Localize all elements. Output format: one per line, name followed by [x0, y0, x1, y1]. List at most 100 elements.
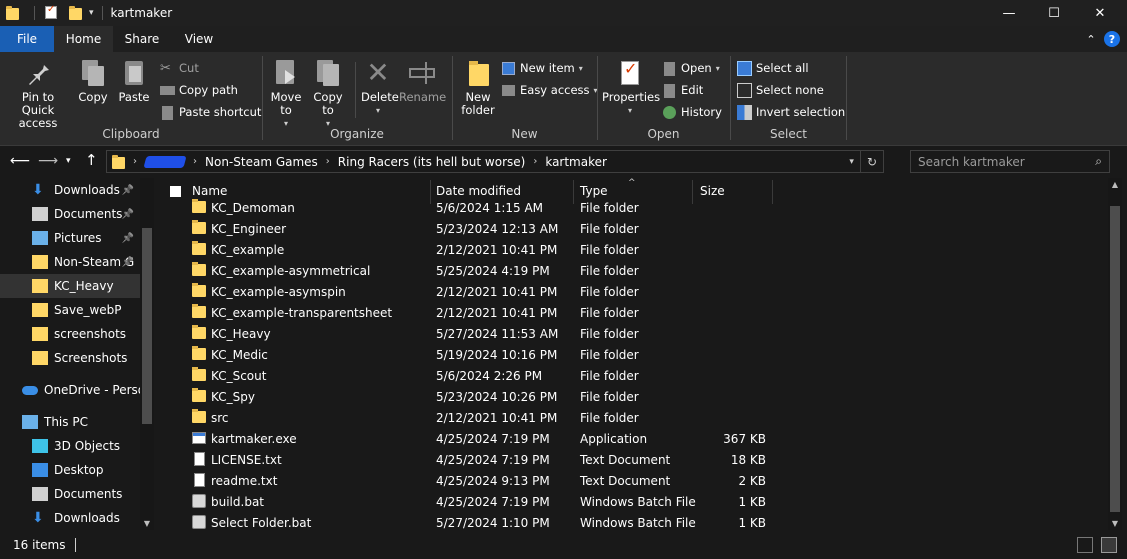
nav-item[interactable]: Pictures 📌: [0, 226, 140, 250]
file-row[interactable]: KC_Heavy 5/27/2024 11:53 AM File folder: [160, 324, 1108, 345]
chevron-right-icon[interactable]: ›: [326, 156, 330, 167]
collapse-ribbon-icon[interactable]: ⌃: [1083, 31, 1099, 47]
scrollbar-thumb[interactable]: [142, 228, 152, 424]
file-list-scrollbar[interactable]: ▲ ▼: [1108, 178, 1122, 530]
properties-button[interactable]: ✓ Properties ▾: [602, 58, 660, 117]
file-row[interactable]: KC_example-asymspin 2/12/2021 10:41 PM Fil…: [160, 282, 1108, 303]
file-type: File folder: [580, 327, 639, 341]
nav-item[interactable]: Screenshots: [0, 346, 140, 370]
nav-item[interactable]: screenshots: [0, 322, 140, 346]
details-view-icon[interactable]: [1077, 537, 1093, 553]
file-row[interactable]: KC_Medic 5/19/2024 10:16 PM File folder: [160, 345, 1108, 366]
scroll-down-icon[interactable]: ▼: [1108, 519, 1122, 528]
file-date: 4/25/2024 7:19 PM: [436, 495, 550, 509]
paste-shortcut-button[interactable]: Paste shortcut: [160, 102, 261, 122]
nav-item[interactable]: Documents 📌: [0, 202, 140, 226]
move-to-button[interactable]: Move to ▾: [269, 58, 303, 130]
nav-scrollbar[interactable]: ▼: [140, 178, 154, 530]
nav-item[interactable]: Desktop: [0, 458, 140, 482]
nav-item[interactable]: KC_Heavy: [0, 274, 140, 298]
tab-share[interactable]: Share: [113, 26, 171, 52]
new-folder-quick-access-icon[interactable]: [69, 6, 83, 20]
file-date: 5/27/2024 1:10 PM: [436, 516, 550, 530]
file-row[interactable]: readme.txt 4/25/2024 9:13 PM Text Document…: [160, 471, 1108, 492]
file-row[interactable]: KC_Demoman 5/6/2024 1:15 AM File folder: [160, 198, 1108, 219]
search-icon[interactable]: ⌕: [1095, 154, 1102, 169]
easy-access-button[interactable]: Easy access ▾: [501, 80, 598, 100]
nav-item[interactable]: Documents: [0, 482, 140, 506]
recent-locations-chevron-icon[interactable]: ▾: [66, 156, 71, 166]
file-row[interactable]: KC_example-transparentsheet 2/12/2021 10:…: [160, 303, 1108, 324]
file-name: KC_example-asymspin: [211, 285, 346, 299]
file-row[interactable]: KC_Scout 5/6/2024 2:26 PM File folder: [160, 366, 1108, 387]
cut-button[interactable]: ✂ Cut: [160, 58, 199, 78]
nav-item[interactable]: ⬇ Downloads 📌: [0, 178, 140, 202]
chevron-right-icon[interactable]: ›: [533, 156, 537, 167]
copy-path-button[interactable]: Copy path: [160, 80, 238, 100]
folder-icon: [192, 325, 206, 339]
help-icon[interactable]: ?: [1104, 31, 1120, 47]
invert-selection-button[interactable]: Invert selection: [737, 102, 845, 122]
properties-quick-access-icon[interactable]: [45, 4, 59, 20]
forward-arrow-icon[interactable]: ⟶: [38, 153, 58, 169]
open-label: Open: [681, 61, 712, 75]
paste-button[interactable]: Paste: [116, 58, 152, 104]
up-arrow-icon[interactable]: ↑: [85, 151, 98, 169]
folder-icon: [192, 409, 206, 423]
file-row[interactable]: LICENSE.txt 4/25/2024 7:19 PM Text Documen…: [160, 450, 1108, 471]
new-item-button[interactable]: New item ▾: [501, 58, 583, 78]
tab-view[interactable]: View: [171, 26, 227, 52]
select-all-button[interactable]: Select all: [737, 58, 809, 78]
search-box[interactable]: Search kartmaker ⌕: [910, 150, 1110, 173]
file-row[interactable]: build.bat 4/25/2024 7:19 PM Windows Batch …: [160, 492, 1108, 513]
file-row[interactable]: kartmaker.exe 4/25/2024 7:19 PM Applicatio…: [160, 429, 1108, 450]
nav-item[interactable]: Save_webP: [0, 298, 140, 322]
copy-button[interactable]: Copy: [76, 58, 110, 104]
minimize-button[interactable]: —: [986, 0, 1032, 26]
refresh-icon[interactable]: ↻: [867, 155, 877, 169]
select-none-button[interactable]: Select none: [737, 80, 824, 100]
breadcrumb[interactable]: Non-Steam Games: [205, 155, 318, 169]
pin-to-quick-access-button[interactable]: Pin to Quick access: [4, 58, 72, 130]
nav-item[interactable]: OneDrive - Persor: [0, 378, 140, 402]
maximize-button[interactable]: ☐: [1031, 0, 1077, 26]
chevron-right-icon[interactable]: ›: [133, 156, 137, 167]
new-folder-button[interactable]: New folder: [459, 58, 497, 117]
customize-quick-access-icon[interactable]: ▾: [89, 8, 94, 18]
file-row[interactable]: KC_Engineer 5/23/2024 12:13 AM File folder: [160, 219, 1108, 240]
scroll-down-icon[interactable]: ▼: [140, 519, 154, 528]
nav-item[interactable]: This PC: [0, 410, 140, 434]
chevron-right-icon[interactable]: ›: [193, 156, 197, 167]
chevron-down-icon[interactable]: ▾: [849, 157, 854, 167]
scroll-up-icon[interactable]: ▲: [1108, 180, 1122, 189]
folder-icon: [192, 220, 206, 234]
tab-home[interactable]: Home: [54, 26, 113, 52]
nav-item[interactable]: ⬇ Downloads: [0, 506, 140, 530]
delete-button[interactable]: ✕ Delete ▾: [361, 58, 399, 117]
edit-button[interactable]: Edit: [662, 80, 703, 100]
history-button[interactable]: History: [662, 102, 722, 122]
file-row[interactable]: src 2/12/2021 10:41 PM File folder: [160, 408, 1108, 429]
large-icons-view-icon[interactable]: [1101, 537, 1117, 553]
open-button[interactable]: Open ▾: [662, 58, 720, 78]
address-bar[interactable]: › › Non-Steam Games › Ring Racers (its h…: [106, 150, 884, 173]
nav-item[interactable]: Non-Steam G 📌: [0, 250, 140, 274]
rename-button[interactable]: Rename: [399, 58, 446, 104]
close-button[interactable]: ✕: [1077, 0, 1123, 26]
history-label: History: [681, 105, 722, 119]
file-size: 367 KB: [723, 432, 766, 446]
back-arrow-icon[interactable]: ⟵: [10, 153, 30, 169]
file-row[interactable]: KC_example 2/12/2021 10:41 PM File folder: [160, 240, 1108, 261]
nav-item[interactable]: 3D Objects: [0, 434, 140, 458]
tab-file[interactable]: File: [0, 26, 54, 52]
redacted-breadcrumb[interactable]: [143, 155, 187, 168]
file-row[interactable]: KC_example-asymmetrical 5/25/2024 4:19 PM…: [160, 261, 1108, 282]
search-input[interactable]: Search kartmaker: [918, 155, 1095, 169]
breadcrumb[interactable]: Ring Racers (its hell but worse): [338, 155, 526, 169]
file-row[interactable]: KC_Spy 5/23/2024 10:26 PM File folder: [160, 387, 1108, 408]
copy-to-button[interactable]: Copy to ▾: [311, 58, 345, 130]
file-row[interactable]: Select Folder.bat 5/27/2024 1:10 PM Window…: [160, 513, 1108, 530]
file-size: 1 KB: [738, 516, 766, 530]
breadcrumb[interactable]: kartmaker: [545, 155, 607, 169]
scrollbar-thumb[interactable]: [1110, 206, 1120, 512]
